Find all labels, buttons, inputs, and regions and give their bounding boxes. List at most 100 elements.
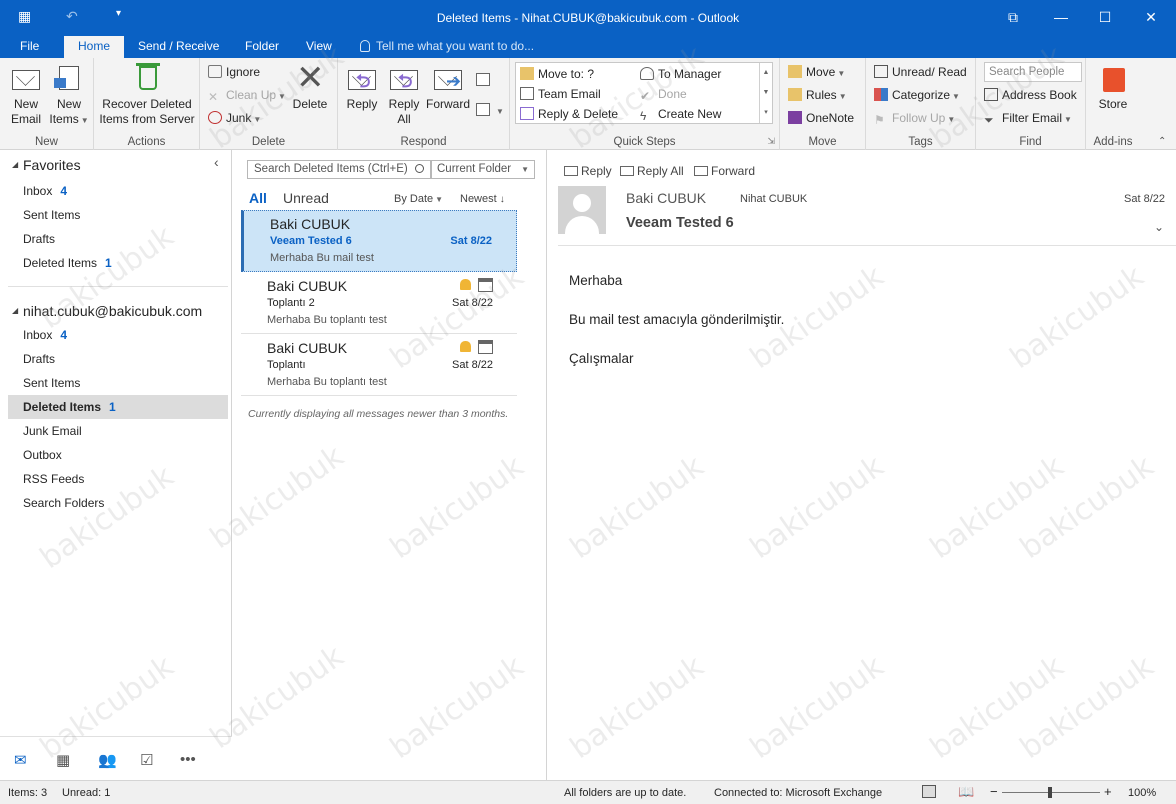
tab-send-receive[interactable]: Send / Receive [126, 36, 231, 58]
categorize-button[interactable]: Categorize ▼ [874, 85, 960, 105]
ribbon-display-options-button[interactable]: ⧉ [998, 6, 1028, 28]
minimize-button[interactable]: — [1046, 6, 1076, 28]
tell-me-box[interactable]: Tell me what you want to do... [360, 39, 534, 53]
favorites-deleted-items[interactable]: Deleted Items 1 [8, 251, 228, 275]
reading-view-icon[interactable]: 📖 [958, 784, 974, 800]
sort-by-dropdown[interactable]: By Date ▼ [394, 193, 443, 205]
group-respond: ⮌ Reply ⮌ Reply All ➔ Forward ▼ Respond [338, 58, 510, 150]
search-people-input[interactable]: Search People [984, 62, 1082, 82]
normal-view-icon[interactable] [922, 785, 936, 798]
folder-junk-email[interactable]: Junk Email [8, 419, 228, 443]
status-bar: Items: 3 Unread: 1 All folders are up to… [0, 780, 1176, 804]
quick-step-move-to[interactable]: Move to: ? [520, 64, 594, 84]
mail-icon[interactable]: ✉ [14, 751, 27, 769]
onenote-button[interactable]: OneNote [788, 108, 854, 128]
folder-inbox[interactable]: Inbox 4 [8, 323, 228, 347]
people-icon[interactable]: 👥 [98, 751, 117, 769]
sender-name[interactable]: Baki CUBUK [626, 190, 706, 206]
quick-step-create-new[interactable]: ϟ Create New [640, 104, 721, 124]
quick-step-reply-delete[interactable]: Reply & Delete [520, 104, 618, 124]
search-input[interactable]: Search Deleted Items (Ctrl+E) [247, 160, 431, 179]
reading-reply-button[interactable]: Reply [564, 164, 612, 178]
ignore-button[interactable]: Ignore [208, 62, 260, 82]
quick-step-team-email[interactable]: Team Email [520, 84, 601, 104]
sort-order-toggle[interactable]: Newest ↓ [460, 193, 505, 205]
folder-search-folders[interactable]: Search Folders [8, 491, 228, 515]
new-items-button[interactable]: New Items ▼ [48, 62, 90, 128]
message-preview: Merhaba Bu mail test [270, 252, 374, 264]
zoom-level[interactable]: 100% [1128, 787, 1156, 799]
recover-label-1: Recover Deleted [102, 97, 192, 111]
zoom-slider-thumb[interactable] [1048, 787, 1052, 798]
folder-name: Outbox [23, 448, 62, 462]
quick-steps-launcher-icon[interactable]: ⇲ [767, 136, 775, 147]
maximize-button[interactable]: ☐ [1090, 6, 1120, 28]
address-book-button[interactable]: Address Book [984, 85, 1077, 105]
reply-all-button[interactable]: ⮌ Reply All [384, 62, 424, 127]
junk-button[interactable]: Junk ▼ [208, 108, 261, 128]
rules-button[interactable]: Rules ▼ [788, 85, 847, 105]
reply-button[interactable]: ⮌ Reply [342, 62, 382, 112]
tasks-icon[interactable]: ☑ [140, 751, 153, 769]
message-item[interactable]: Baki CUBUK Veeam Tested 6 Sat 8/22 Merha… [241, 210, 517, 272]
move-button[interactable]: Move ▼ [788, 62, 845, 82]
folder-sent-items[interactable]: Sent Items [8, 371, 228, 395]
filter-all[interactable]: All [249, 190, 267, 206]
meeting-reply-button[interactable] [476, 70, 494, 90]
forward-button[interactable]: ➔ Forward [426, 62, 470, 112]
favorites-drafts[interactable]: Drafts [8, 227, 228, 251]
close-button[interactable]: ✕ [1136, 6, 1166, 28]
clean-up-icon: ✕ [208, 90, 219, 104]
zoom-out-button[interactable]: − [990, 784, 998, 799]
group-addins: Store Add-ins [1086, 58, 1140, 150]
tab-file[interactable]: File [8, 36, 51, 58]
search-scope-dropdown[interactable]: Current Folder ▼ [431, 160, 535, 179]
reading-reply-all-button[interactable]: Reply All [620, 164, 684, 178]
message-item[interactable]: Baki CUBUK Toplantı 2 Sat 8/22 Merhaba B… [241, 273, 517, 335]
favorites-collapse-icon[interactable]: ◢ [12, 160, 18, 169]
expand-header-chevron-icon[interactable]: ⌄ [1154, 220, 1164, 234]
store-button[interactable]: Store [1090, 62, 1136, 112]
account-heading[interactable]: nihat.cubuk@bakicubuk.com [23, 303, 202, 319]
folder-name: Search Folders [23, 496, 105, 510]
folder-outbox[interactable]: Outbox [8, 443, 228, 467]
quick-steps-scroll[interactable]: ▲ ▼ ▾ [759, 63, 772, 123]
favorites-sent-items[interactable]: Sent Items [8, 203, 228, 227]
message-preview: Merhaba Bu toplantı test [267, 314, 387, 326]
group-actions: Recover Deleted Items from Server Action… [94, 58, 200, 150]
follow-up-button[interactable]: ⚑ Follow Up ▼ [874, 108, 955, 128]
avatar [558, 186, 606, 234]
more-apps-icon[interactable]: ••• [180, 751, 196, 768]
zoom-in-button[interactable]: + [1104, 784, 1112, 799]
reply-all-label-2: All [397, 112, 411, 126]
message-item[interactable]: Baki CUBUK Toplantı Sat 8/22 Merhaba Bu … [241, 335, 517, 397]
tab-folder[interactable]: Folder [233, 36, 291, 58]
folder-deleted-items[interactable]: Deleted Items 1 [8, 395, 228, 419]
tab-view[interactable]: View [294, 36, 344, 58]
more-respond-button[interactable]: ▼ [476, 100, 504, 120]
minimize-folder-pane-icon[interactable]: ‹ [214, 154, 219, 170]
delete-button[interactable]: ✕ Delete [290, 61, 330, 112]
folder-rss-feeds[interactable]: RSS Feeds [8, 467, 228, 491]
search-icon[interactable] [415, 164, 424, 173]
group-quick-steps-label: Quick Steps [613, 136, 676, 148]
filter-email-button[interactable]: ⏷ Filter Email ▼ [984, 108, 1072, 128]
favorites-inbox[interactable]: Inbox 4 [8, 179, 228, 203]
recipient-name[interactable]: Nihat CUBUK [740, 193, 807, 205]
clean-up-button[interactable]: ✕ Clean Up ▼ [208, 85, 286, 105]
reading-reply-label: Reply [581, 164, 612, 178]
unread-read-button[interactable]: Unread/ Read [874, 62, 967, 82]
quick-step-to-manager[interactable]: To Manager [640, 64, 721, 84]
collapse-ribbon-icon[interactable]: ⌃ [1158, 136, 1166, 147]
tab-home[interactable]: Home [64, 36, 124, 58]
recover-deleted-items-button[interactable]: Recover Deleted Items from Server [96, 62, 198, 127]
quick-step-done[interactable]: ✔ Done [640, 84, 687, 104]
filter-unread[interactable]: Unread [283, 190, 329, 206]
new-email-label-2: Email [10, 112, 41, 126]
account-collapse-icon[interactable]: ◢ [12, 306, 18, 315]
favorites-heading[interactable]: Favorites [23, 157, 81, 173]
folder-drafts[interactable]: Drafts [8, 347, 228, 371]
new-email-button[interactable]: New Email [6, 62, 46, 127]
calendar-icon[interactable]: ▦ [56, 751, 70, 769]
reading-forward-button[interactable]: Forward [694, 164, 755, 178]
